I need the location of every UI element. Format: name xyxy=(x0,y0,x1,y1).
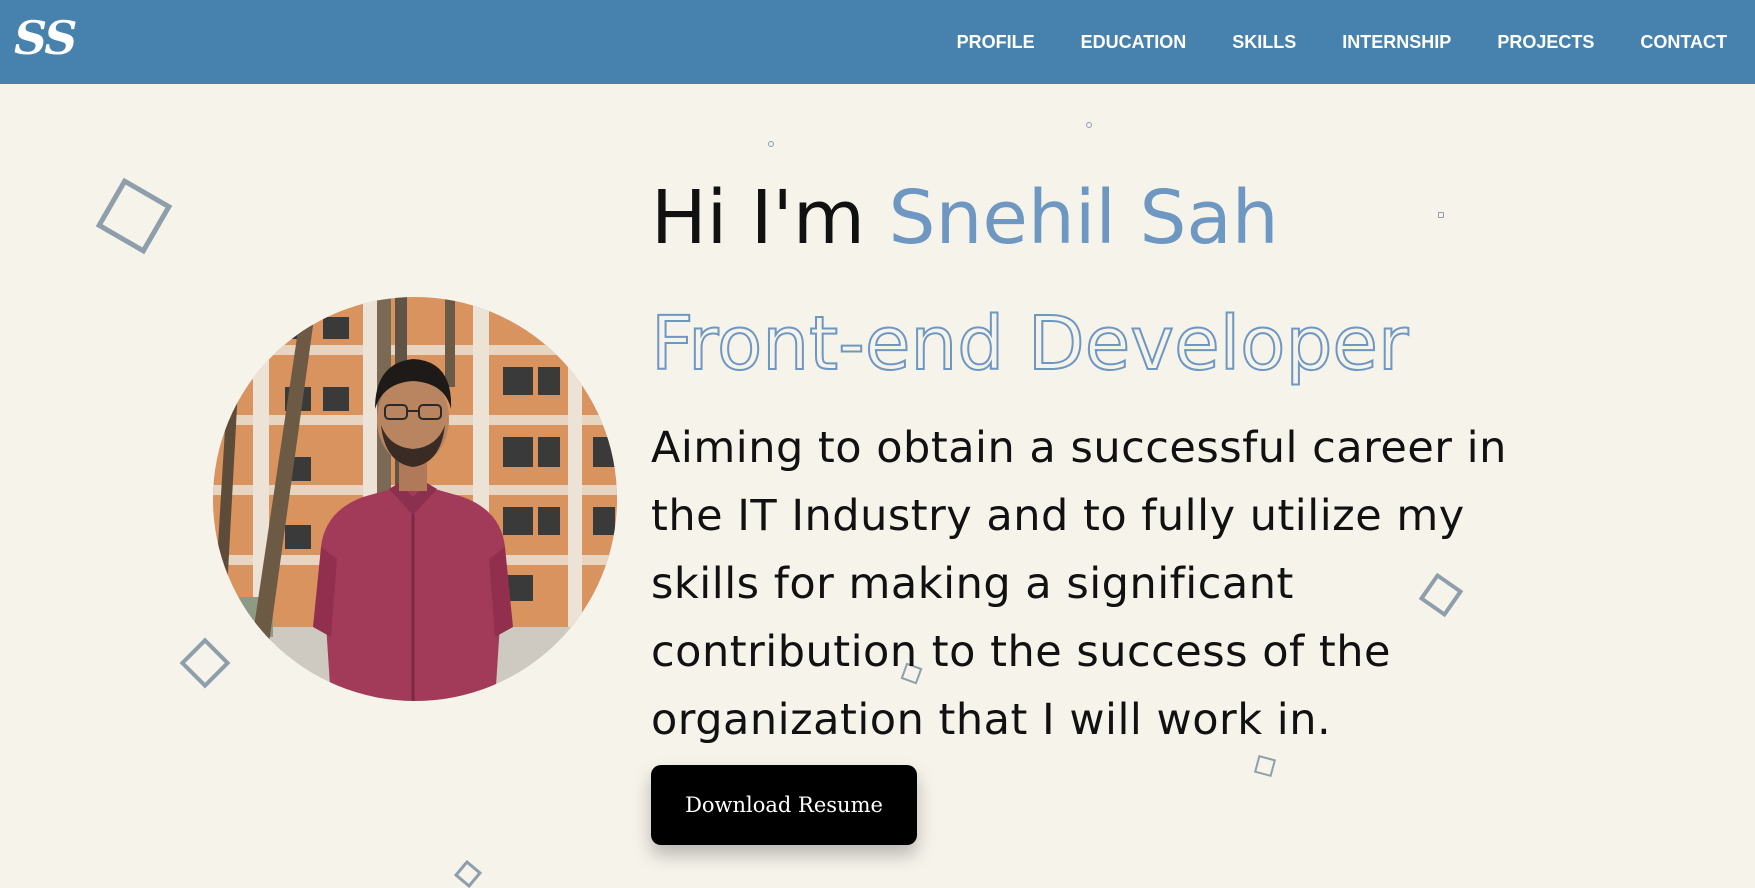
nav-link-projects[interactable]: PROJECTS xyxy=(1497,32,1594,53)
download-resume-button[interactable]: Download Resume xyxy=(651,765,917,845)
nav-links: PROFILE EDUCATION SKILLS INTERNSHIP PROJ… xyxy=(957,0,1727,84)
nav-link-education[interactable]: EDUCATION xyxy=(1081,32,1187,53)
deco-square-2 xyxy=(179,637,231,689)
nav-link-internship[interactable]: INTERNSHIP xyxy=(1342,32,1451,53)
nav-link-contact[interactable]: CONTACT xyxy=(1640,32,1727,53)
deco-dot-2 xyxy=(1086,122,1092,128)
hero-role: Front-end Developer xyxy=(650,300,1409,388)
greeting-prefix: Hi I'm xyxy=(651,175,889,261)
navbar: SS PROFILE EDUCATION SKILLS INTERNSHIP P… xyxy=(0,0,1755,84)
deco-square-7 xyxy=(453,859,483,888)
hero-greeting: Hi I'm Snehil Sah xyxy=(651,172,1279,264)
profile-photo xyxy=(213,297,617,701)
deco-dot-3 xyxy=(1438,212,1444,218)
deco-square-1 xyxy=(95,177,173,255)
deco-square-5 xyxy=(1253,754,1277,778)
deco-dot-1 xyxy=(768,141,774,147)
nav-link-profile[interactable]: PROFILE xyxy=(957,32,1035,53)
hero-name: Snehil Sah xyxy=(888,175,1279,261)
logo[interactable]: SS xyxy=(14,8,77,68)
hero-objective: Aiming to obtain a successful career in … xyxy=(651,423,1507,745)
nav-link-skills[interactable]: SKILLS xyxy=(1232,32,1296,53)
